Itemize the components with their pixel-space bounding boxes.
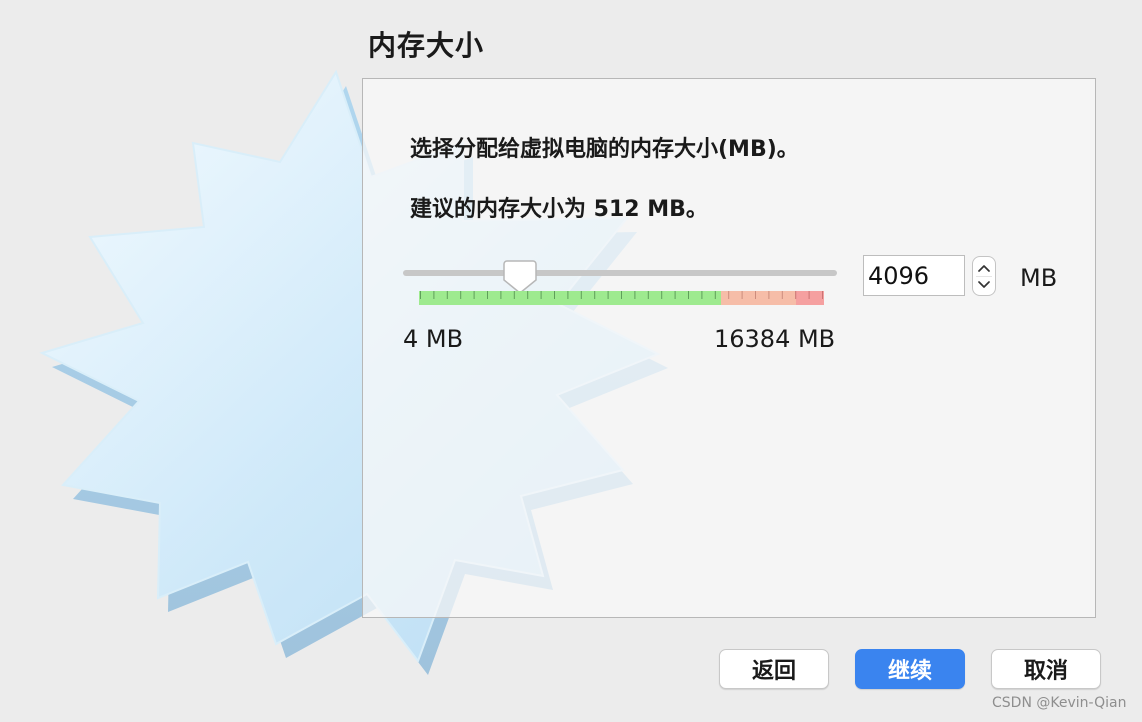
memory-input[interactable] xyxy=(863,255,965,296)
danger-range-bar xyxy=(796,291,824,305)
memory-stepper[interactable] xyxy=(972,256,996,296)
recommended-memory-text: 建议的内存大小为 512 MB。 xyxy=(410,191,708,223)
safe-range-bar xyxy=(419,291,721,305)
chevron-down-icon[interactable] xyxy=(978,281,990,289)
recommended-suffix: MB。 xyxy=(639,197,708,222)
content-panel: 选择分配给虚拟电脑的内存大小(MB)。 建议的内存大小为 512 MB。 4 M… xyxy=(362,78,1096,618)
stepper-divider xyxy=(976,276,992,277)
recommended-value: 512 xyxy=(593,197,640,222)
page-title: 内存大小 xyxy=(368,29,485,62)
memory-instruction: 选择分配给虚拟电脑的内存大小(MB)。 xyxy=(410,137,799,162)
memory-range-scale xyxy=(419,291,824,305)
watermark-text: CSDN @Kevin-Qian xyxy=(992,695,1127,711)
memory-unit-label: MB xyxy=(1020,264,1058,292)
chevron-up-icon[interactable] xyxy=(978,264,990,272)
back-button[interactable]: 返回 xyxy=(719,649,829,689)
memory-slider[interactable] xyxy=(403,259,839,294)
max-memory-label: 16384 MB xyxy=(714,325,836,353)
continue-button[interactable]: 继续 xyxy=(855,649,965,689)
memory-size-dialog: 内存大小 选择分配给虚拟电脑的内存大小(MB)。 建议的内存大小为 512 MB… xyxy=(0,0,1142,722)
slider-track[interactable] xyxy=(403,270,837,276)
recommended-prefix: 建议的内存大小为 xyxy=(410,197,594,222)
min-memory-label: 4 MB xyxy=(403,325,464,353)
warning-range-bar xyxy=(721,291,796,305)
cancel-button[interactable]: 取消 xyxy=(991,649,1101,689)
slider-thumb-icon[interactable] xyxy=(503,259,537,295)
